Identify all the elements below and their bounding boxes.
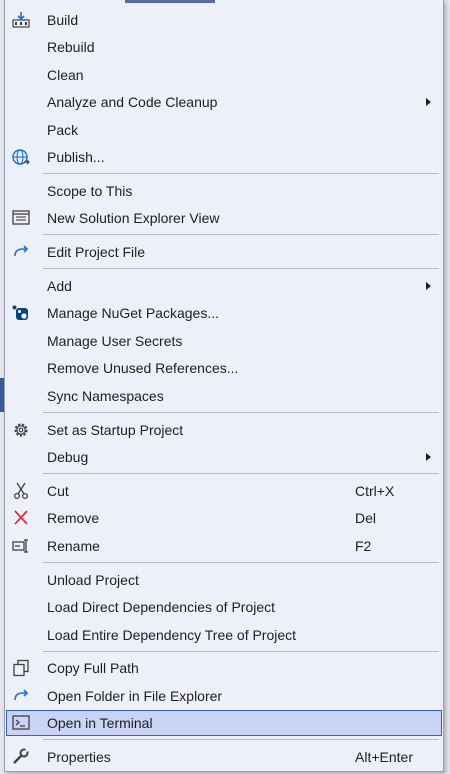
submenu-arrow-icon [426,98,431,106]
context-menu: Build Rebuild Clean Analyze and Code Cle… [4,0,444,772]
menu-item-analyze[interactable]: Analyze and Code Cleanup [6,89,442,115]
menu-item-label: Add [47,278,72,294]
menu-item-shortcut: Del [355,510,377,526]
menu-item-rename[interactable]: Rename F2 [6,533,442,559]
menu-item-open-in-terminal[interactable]: Open in Terminal [6,710,442,736]
menu-item-label: Remove [47,510,100,526]
scissors-icon [11,482,31,500]
menu-separator [43,412,439,413]
menu-item-label: Cut [47,483,69,499]
submenu-arrow-icon [426,453,431,461]
solution-explorer-icon [11,209,31,227]
terminal-icon [11,714,31,732]
menu-item-build[interactable]: Build [6,7,442,33]
menu-item-manage-user-secrets[interactable]: Manage User Secrets [6,328,442,354]
menu-item-clean[interactable]: Clean [6,62,442,88]
menu-item-rebuild[interactable]: Rebuild [6,34,442,60]
menu-item-edit-project-file[interactable]: Edit Project File [6,239,442,265]
wrench-icon [11,748,31,766]
menu-separator [43,739,439,740]
globe-publish-icon [11,148,31,166]
menu-item-manage-nuget[interactable]: Manage NuGet Packages... [6,300,442,326]
menu-item-cut[interactable]: Cut Ctrl+X [6,478,442,504]
menu-item-unload-project[interactable]: Unload Project [6,567,442,593]
menu-item-sync-namespaces[interactable]: Sync Namespaces [6,383,442,409]
menu-item-shortcut: Ctrl+X [355,483,395,499]
menu-item-label: Clean [47,67,84,83]
menu-item-load-dependency-tree[interactable]: Load Entire Dependency Tree of Project [6,622,442,648]
copy-icon [11,659,31,677]
gear-icon [11,421,31,439]
menu-item-publish[interactable]: Publish... [6,144,442,170]
menu-item-open-folder[interactable]: Open Folder in File Explorer [6,683,442,709]
menu-top-edge [125,0,215,3]
menu-separator [43,234,439,235]
menu-item-load-direct-dependencies[interactable]: Load Direct Dependencies of Project [6,594,442,620]
menu-item-label: Open in Terminal [47,715,153,731]
rename-icon [11,537,31,555]
menu-item-label: Manage User Secrets [47,333,183,349]
redo-arrow-icon [11,243,31,261]
menu-item-label: Rebuild [47,39,95,55]
redo-arrow-icon [11,687,31,705]
menu-item-label: Open Folder in File Explorer [47,688,223,704]
menu-item-remove-unused-references[interactable]: Remove Unused References... [6,355,442,381]
menu-item-label: Remove Unused References... [47,360,239,376]
menu-item-label: Copy Full Path [47,660,139,676]
menu-item-label: Rename [47,538,100,554]
nuget-icon [11,304,31,322]
menu-item-label: Build [47,12,79,28]
menu-item-set-startup[interactable]: Set as Startup Project [6,417,442,443]
menu-separator [43,562,439,563]
menu-item-shortcut: Alt+Enter [355,749,413,765]
menu-item-label: Pack [47,122,79,138]
menu-separator [43,473,439,474]
menu-item-label: Scope to This [47,183,133,199]
menu-separator [43,651,439,652]
menu-item-copy-full-path[interactable]: Copy Full Path [6,655,442,681]
menu-item-label: Analyze and Code Cleanup [47,94,218,110]
submenu-arrow-icon [426,282,431,290]
menu-item-label: Set as Startup Project [47,422,184,438]
menu-item-label: Publish... [47,149,105,165]
menu-item-label: Manage NuGet Packages... [47,305,219,321]
menu-item-label: Debug [47,449,89,465]
menu-item-scope-to-this[interactable]: Scope to This [6,178,442,204]
menu-item-label: Properties [47,749,111,765]
menu-item-label: Unload Project [47,572,139,588]
menu-item-debug[interactable]: Debug [6,444,442,470]
build-icon [11,11,31,29]
menu-item-label: New Solution Explorer View [47,210,220,226]
menu-item-label: Load Entire Dependency Tree of Project [47,627,297,643]
menu-separator [43,268,439,269]
menu-item-label: Sync Namespaces [47,388,164,404]
menu-item-new-solution-explorer-view[interactable]: New Solution Explorer View [6,205,442,231]
close-icon [11,509,31,527]
menu-item-shortcut: F2 [355,538,372,554]
menu-item-pack[interactable]: Pack [6,117,442,143]
menu-item-properties[interactable]: Properties Alt+Enter [6,744,442,770]
menu-item-label: Load Direct Dependencies of Project [47,599,276,615]
menu-item-label: Edit Project File [47,244,146,260]
menu-item-add[interactable]: Add [6,273,442,299]
menu-item-remove[interactable]: Remove Del [6,505,442,531]
menu-separator [43,173,439,174]
